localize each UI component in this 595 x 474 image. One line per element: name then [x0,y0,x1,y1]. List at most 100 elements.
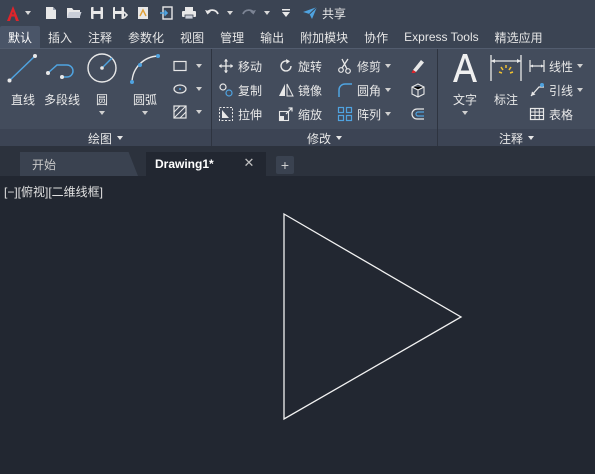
tab-default[interactable]: 默认 [0,26,41,48]
document-tab-bar: 开始 Drawing1* ✕ + [0,146,595,176]
tab-output[interactable]: 输出 [252,26,292,48]
print-icon[interactable] [181,5,197,21]
modify-panel-title[interactable]: 修改 [212,129,437,147]
array-button[interactable]: 阵列 [337,105,392,123]
undo-icon[interactable] [204,5,220,21]
tab-view[interactable]: 视图 [172,26,212,48]
tab-featured-apps[interactable]: 精选应用 [487,26,551,48]
line-button[interactable]: 直线 [6,51,40,108]
import-icon[interactable] [158,5,174,21]
tab-start[interactable]: 开始 [20,152,138,176]
leader-icon [529,82,545,98]
linear-dropdown-chevron-icon[interactable] [577,64,584,68]
tab-annotate[interactable]: 注释 [80,26,120,48]
hatch-button[interactable] [172,103,202,121]
customize-toolbar-icon[interactable] [278,5,294,21]
linear-dimension-icon [529,58,545,74]
tab-collaborate[interactable]: 协作 [356,26,396,48]
plot-preview-icon[interactable] [135,5,151,21]
close-tab-icon[interactable]: ✕ [242,155,256,170]
undo-dropdown-chevron-icon[interactable] [227,11,233,15]
scale-button[interactable]: 缩放 [278,105,322,123]
arc-button[interactable]: 圆弧 [128,51,162,115]
rectangle-button[interactable] [172,57,202,75]
ribbon-panel-area: 直线 多段线 圆 圆弧 绘图 移动 旋转 修剪 复制 镜像 圆角 拉伸 缩放 阵… [0,48,595,147]
new-tab-button[interactable]: + [276,156,294,174]
ellipse-button[interactable] [172,80,202,98]
open-folder-icon[interactable] [66,5,82,21]
circle-label: 圆 [95,93,108,107]
erase-button[interactable] [410,57,430,75]
text-label: 文字 [452,93,477,107]
tab-manage[interactable]: 管理 [212,26,252,48]
stretch-label: 拉伸 [238,107,263,122]
new-file-icon[interactable] [43,5,59,21]
line-label: 直线 [10,93,35,107]
arc-label: 圆弧 [132,93,157,107]
fillet-icon [337,82,353,98]
share-button[interactable]: 共享 [302,5,346,22]
tab-express-tools[interactable]: Express Tools [396,26,486,48]
polyline-label: 多段线 [44,93,81,107]
polyline-icon [45,51,79,85]
save-icon[interactable] [89,5,105,21]
table-label: 表格 [549,107,574,122]
dimension-label: 标注 [493,93,518,107]
drawing-canvas[interactable] [0,176,595,474]
tab-parametric[interactable]: 参数化 [120,26,172,48]
rotate-button[interactable]: 旋转 [278,57,322,75]
app-menu-chevron-down-icon[interactable] [25,11,31,15]
move-button[interactable]: 移动 [218,57,262,75]
rectangle-dropdown-chevron-icon[interactable] [196,64,202,68]
mirror-label: 镜像 [298,83,323,98]
drawing-viewport[interactable]: [−][俯视][二维线框] [0,176,595,474]
trim-label: 修剪 [357,59,382,74]
trim-button[interactable]: 修剪 [337,57,392,75]
hatch-dropdown-chevron-icon[interactable] [196,110,202,114]
ellipse-dropdown-chevron-icon[interactable] [196,87,202,91]
tab-insert[interactable]: 插入 [40,26,80,48]
move-icon [218,58,234,74]
redo-icon[interactable] [241,5,257,21]
table-button[interactable]: 表格 [529,105,573,123]
linear-dimension-button[interactable]: 线性 [529,57,584,75]
dimension-button[interactable]: 标注 [489,51,523,108]
stretch-button[interactable]: 拉伸 [218,105,262,123]
tab-drawing1-label: Drawing1* [155,157,214,171]
ribbon-tab-bar: 默认 插入 注释 参数化 视图 管理 输出 附加模块 协作 Express To… [0,26,595,48]
leader-button[interactable]: 引线 [529,81,584,99]
tab-addins[interactable]: 附加模块 [292,26,356,48]
array-dropdown-chevron-icon[interactable] [385,112,392,116]
fillet-dropdown-chevron-icon[interactable] [385,88,392,92]
text-button[interactable]: 文字 [448,51,482,115]
leader-dropdown-chevron-icon[interactable] [577,88,584,92]
explode-button[interactable] [410,81,430,99]
tab-drawing1[interactable]: Drawing1* ✕ [146,152,266,176]
app-logo-icon[interactable] [3,3,23,23]
leader-label: 引线 [549,83,574,98]
fillet-label: 圆角 [357,83,382,98]
tab-start-label: 开始 [32,157,57,172]
circle-button[interactable]: 圆 [85,51,119,115]
offset-button[interactable] [410,105,430,123]
arc-dropdown-chevron-icon[interactable] [142,111,148,115]
mirror-button[interactable]: 镜像 [278,81,322,99]
circle-icon [85,51,119,85]
circle-dropdown-chevron-icon[interactable] [99,111,105,115]
annotation-panel-title[interactable]: 注释 [438,129,595,147]
copy-button[interactable]: 复制 [218,81,262,99]
save-as-icon[interactable] [112,5,128,21]
redo-dropdown-chevron-icon[interactable] [264,11,270,15]
text-dropdown-chevron-icon[interactable] [462,111,468,115]
explode-cube-icon [410,82,426,98]
triangle-shape[interactable] [283,212,463,421]
stretch-icon [218,106,234,122]
fillet-button[interactable]: 圆角 [337,81,392,99]
polyline-button[interactable]: 多段线 [44,51,80,108]
eraser-icon [410,58,426,74]
arc-icon [128,51,162,85]
draw-panel-title[interactable]: 绘图 [0,129,211,147]
table-icon [529,106,545,122]
trim-dropdown-chevron-icon[interactable] [385,64,392,68]
draw-panel: 直线 多段线 圆 圆弧 绘图 [0,49,212,147]
